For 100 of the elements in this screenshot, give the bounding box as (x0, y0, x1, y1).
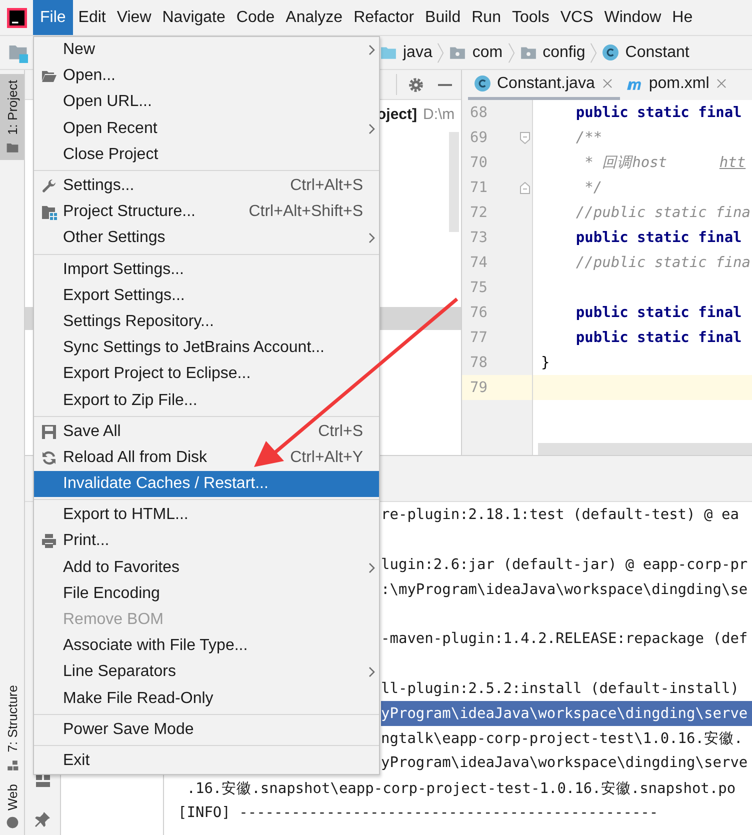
menu-item[interactable]: Export Project to Eclipse... (34, 361, 379, 388)
chevron-icon (368, 122, 376, 135)
pin-icon (34, 811, 50, 827)
folder-icon (6, 140, 18, 154)
menu-item[interactable]: Exit (34, 748, 379, 774)
menu-item[interactable]: Close Project (34, 142, 379, 168)
line-number: 78 (470, 354, 488, 370)
code-line: * 回调host htt (584, 154, 747, 173)
shortcut-text: Ctrl+Alt+Shift+S (248, 203, 364, 222)
menu-item[interactable]: Open Recent (34, 116, 379, 142)
menu-item[interactable]: Power Save Mode (34, 716, 379, 743)
wrench-icon (40, 178, 56, 194)
chevron-icon (437, 40, 444, 64)
tool-window-tab[interactable]: 1: Project (0, 74, 24, 160)
class-icon (602, 44, 620, 61)
path-text: D:\m (423, 106, 455, 123)
tool-window-tab[interactable]: 7: Structure (0, 679, 24, 778)
menu-bar-item[interactable]: Window (598, 0, 667, 35)
shortcut-text: Ctrl+S (318, 422, 364, 441)
line-number: 69 (470, 130, 488, 146)
menu-item[interactable]: Save All Ctrl+S (34, 418, 379, 445)
menu-bar-item[interactable]: VCS (554, 0, 599, 35)
chevron-icon (368, 232, 376, 244)
fold-marker-icon (520, 182, 530, 194)
menu-item[interactable]: Line Separators (34, 659, 379, 686)
chevron-icon (368, 666, 376, 678)
menu-item[interactable]: Reload All from Disk Ctrl+Alt+Y (34, 444, 379, 471)
breadcrumb-item[interactable]: java (380, 44, 432, 62)
menu-item[interactable]: Settings... Ctrl+Alt+S (34, 172, 379, 200)
menu-item[interactable]: Print... (34, 528, 379, 555)
code-line: public static final (574, 304, 743, 322)
code-line: public static final (574, 328, 743, 348)
console-line: re-plugin:2.18.1:test (default-test) @ ea (381, 506, 740, 526)
menu-item[interactable]: Open URL... (34, 89, 379, 116)
line-number: 72 (470, 204, 488, 220)
menu-item[interactable]: Other Settings (34, 225, 379, 252)
console-line: yProgram\ideaJava\workspace\dingding\serve (381, 754, 749, 774)
menu-bar-item[interactable]: Analyze (280, 0, 348, 35)
refresh-icon (40, 450, 56, 466)
breadcrumb-item[interactable]: Constant (602, 44, 690, 62)
structure-icon (6, 758, 18, 772)
code-line: } (540, 354, 551, 372)
menu-bar-item[interactable]: Navigate (156, 0, 231, 35)
menu-bar-item[interactable]: File (33, 0, 73, 35)
line-number: 70 (470, 154, 488, 170)
editor-tab[interactable]: pom.xml (620, 70, 734, 100)
shortcut-text: Ctrl+Alt+Y (290, 448, 364, 467)
console-line: :\myProgram\ideaJava\workspace\dingding\se (381, 580, 749, 600)
chevron-icon (368, 562, 376, 574)
menu-item[interactable]: Project Structure... Ctrl+Alt+Shift+S (34, 199, 379, 226)
breadcrumb-item[interactable]: com (449, 44, 503, 62)
menu-bar-item[interactable]: Code (230, 0, 280, 35)
scrollbar-thumb[interactable] (538, 443, 752, 455)
tool-window-tab[interactable]: Web (0, 778, 24, 835)
close-icon (715, 77, 728, 90)
line-number: 76 (470, 304, 488, 320)
code-line: public static final (574, 104, 743, 122)
menu-item[interactable]: Import Settings... (34, 256, 379, 283)
minus-icon (438, 84, 452, 86)
close-icon (600, 77, 614, 90)
menu-item[interactable]: Export to Zip File... (34, 387, 379, 414)
menu-item[interactable]: Make File Read-Only (34, 686, 379, 712)
package-folder-icon (449, 44, 466, 61)
line-number: 79 (470, 380, 488, 396)
code-line: public static final (574, 228, 743, 248)
menu-item[interactable]: File Encoding (34, 580, 379, 607)
menu-item[interactable]: Export to HTML... (34, 502, 379, 528)
code-line: /** (574, 128, 604, 148)
menu-bar-item[interactable]: View (111, 0, 157, 35)
chevron-icon (590, 40, 598, 64)
class-icon (474, 75, 491, 92)
menu-item[interactable]: New (34, 37, 379, 64)
menu-bar-item[interactable]: Run (466, 0, 506, 35)
menu-bar-item[interactable]: Refactor (348, 0, 420, 35)
scrollbar-thumb[interactable] (449, 132, 459, 232)
menu-item[interactable]: Add to Favorites (34, 554, 379, 581)
folder-icon (380, 44, 397, 61)
chevron-icon (368, 44, 376, 56)
menu-item[interactable]: Export Settings... (34, 282, 379, 309)
menu-item[interactable]: Associate with File Type... (34, 633, 379, 660)
menu-item[interactable]: Sync Settings to JetBrains Account... (34, 335, 379, 362)
shortcut-text: Ctrl+Alt+S (290, 177, 364, 196)
menu-bar-item[interactable]: Build (420, 0, 466, 35)
breadcrumb-item[interactable]: config (520, 44, 586, 62)
menu-bar-item[interactable]: Tools (506, 0, 555, 35)
line-number: 71 (470, 180, 488, 196)
menu-item[interactable]: Settings Repository... (34, 308, 379, 336)
line-number: 73 (470, 230, 488, 246)
folder-icon (40, 68, 56, 84)
console-line: .16.安徽.snapshot\eapp-corp-project-test-1.0.16.安徽.snapshot.po (186, 780, 737, 799)
menu-bar-item[interactable]: He (666, 0, 698, 35)
chevron-icon (508, 40, 515, 64)
menu-item[interactable]: Open... (34, 63, 379, 90)
menu-bar-item[interactable]: Edit (72, 0, 112, 35)
menu-item[interactable]: Invalidate Caches / Restart... (34, 471, 379, 498)
console-line: ll-plugin:2.5.2:install (default-install) (381, 680, 740, 699)
console-line: [INFO] ------------------------------------------------ (178, 804, 660, 823)
line-number: 68 (470, 104, 488, 120)
code-line: */ (584, 178, 604, 198)
console-line: ngtalk\eapp-corp-project-test\1.0.16.安徽. (381, 730, 744, 750)
